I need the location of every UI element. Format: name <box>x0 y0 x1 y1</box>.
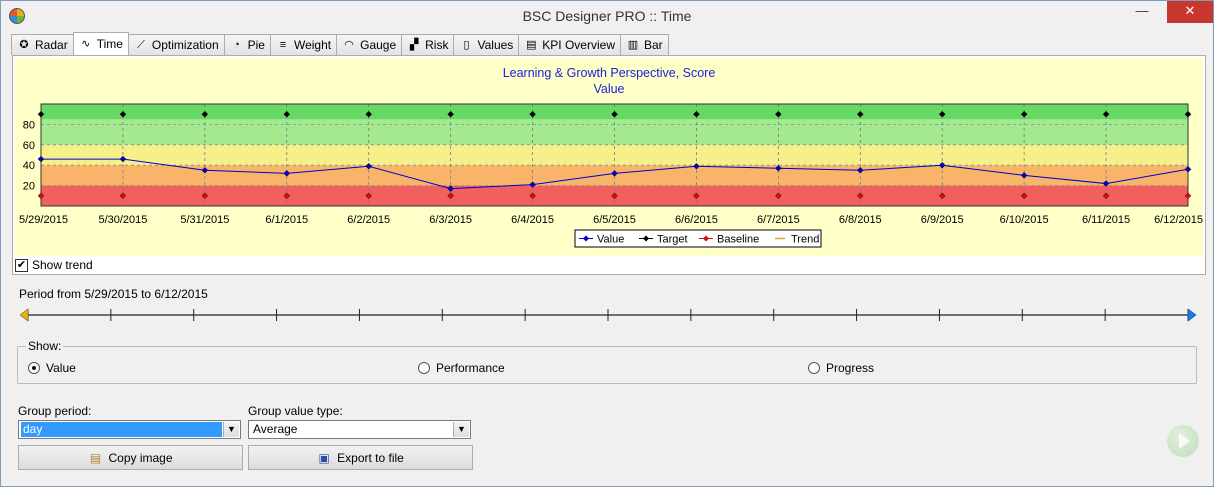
x-tick-label: 5/29/2015 <box>19 214 68 226</box>
x-tick-label: 6/8/2015 <box>839 214 882 226</box>
radio-value-button[interactable] <box>28 362 40 374</box>
clipboard-icon: ▤ <box>89 450 102 465</box>
tab-kpi-overview[interactable]: ▤ KPI Overview <box>518 34 621 55</box>
x-tick-label: 6/12/2015 <box>1154 214 1203 226</box>
minimize-button[interactable]: — <box>1127 1 1157 23</box>
tab-radar[interactable]: ✪ Radar <box>11 34 74 55</box>
tab-risk[interactable]: ▞ Risk <box>401 34 455 55</box>
slider-start-handle[interactable] <box>20 308 29 322</box>
values-icon: ▯ <box>463 39 470 51</box>
time-chart-icon: ∿ <box>81 38 91 50</box>
tab-gauge[interactable]: ◠ Gauge <box>336 34 403 55</box>
group-value-type-label: Group value type: <box>248 404 343 418</box>
y-tick-label: 80 <box>23 119 35 131</box>
x-tick-label: 6/1/2015 <box>265 214 308 226</box>
x-tick-label: 6/11/2015 <box>1082 214 1130 226</box>
time-line-chart: 20 40 60 80 5/29/2015 5/30/2015 5/31/2015 6/1/2… <box>19 103 1203 248</box>
x-tick-label: 6/9/2015 <box>921 214 964 226</box>
tab-label: KPI Overview <box>542 38 615 52</box>
show-trend-toggle[interactable]: ✔ Show trend <box>15 258 93 272</box>
kpi-overview-icon: ▤ <box>526 39 537 51</box>
x-tick-label: 6/4/2015 <box>511 214 554 226</box>
pie-icon: ◔ <box>233 39 240 51</box>
chart-type-tabs: ✪ Radar ∿ Time ⟋ Optimization ◔ Pie ≡ Weight ◠ Gaug… <box>11 32 669 55</box>
y-tick-label: 60 <box>23 140 35 152</box>
show-groupbox: Show: Value Performance Progress <box>17 339 1197 384</box>
radio-performance-label: Performance <box>436 361 505 375</box>
x-tick-label: 6/5/2015 <box>593 214 636 226</box>
play-icon[interactable] <box>1167 425 1199 457</box>
x-tick-label: 5/31/2015 <box>180 214 229 226</box>
chart-panel: Learning & Growth Perspective, Score Val… <box>12 55 1206 275</box>
radar-icon: ✪ <box>19 39 29 51</box>
show-groupbox-title: Show: <box>26 339 64 353</box>
period-slider[interactable] <box>20 307 1196 323</box>
radio-progress[interactable]: Progress <box>808 361 874 375</box>
tab-label: Values <box>477 38 514 52</box>
close-button[interactable]: ✕ <box>1167 1 1213 23</box>
tab-pie[interactable]: ◔ Pie <box>223 34 271 55</box>
tab-label: Risk <box>425 38 449 52</box>
gauge-icon: ◠ <box>344 39 354 51</box>
chart-area: Learning & Growth Perspective, Score Val… <box>15 58 1203 256</box>
legend-item-value: Value <box>597 234 624 246</box>
risk-icon: ▞ <box>409 39 419 51</box>
legend-item-trend: Trend <box>791 234 819 246</box>
copy-image-button[interactable]: ▤ Copy image <box>18 445 243 470</box>
chevron-down-icon[interactable]: ▼ <box>453 422 469 437</box>
tab-values[interactable]: ▯ Values <box>453 34 520 55</box>
bar-icon: ▥ <box>627 39 639 51</box>
period-label: Period from 5/29/2015 to 6/12/2015 <box>19 287 208 301</box>
window-title: BSC Designer PRO :: Time <box>522 8 692 24</box>
tab-label: Time <box>96 37 123 51</box>
radio-performance-button[interactable] <box>418 362 430 374</box>
tab-weight[interactable]: ≡ Weight <box>269 34 338 55</box>
x-tick-label: 5/30/2015 <box>98 214 147 226</box>
copy-image-label: Copy image <box>108 450 173 465</box>
group-period-value: day <box>21 422 222 437</box>
x-tick-label: 6/7/2015 <box>757 214 800 226</box>
tab-bar[interactable]: ▥ Bar <box>619 34 669 55</box>
y-tick-label: 40 <box>23 160 35 172</box>
tab-time[interactable]: ∿ Time <box>72 32 129 55</box>
group-period-select[interactable]: day ▼ <box>18 420 241 439</box>
radio-value[interactable]: Value <box>28 361 76 375</box>
main-window: BSC Designer PRO :: Time — ✕ ✪ Radar ∿ Time… <box>0 0 1214 487</box>
group-period-label: Group period: <box>18 404 92 418</box>
group-value-type-value: Average <box>253 422 298 436</box>
group-value-type-select[interactable]: Average ▼ <box>248 420 471 439</box>
show-trend-label: Show trend <box>32 258 93 272</box>
x-tick-label: 6/6/2015 <box>675 214 718 226</box>
legend-item-baseline: Baseline <box>717 234 759 246</box>
tab-optimization[interactable]: ⟋ Optimization <box>127 34 225 55</box>
chevron-down-icon[interactable]: ▼ <box>223 422 239 437</box>
save-disk-icon: ▣ <box>318 450 330 465</box>
optimization-icon: ⟋ <box>137 39 145 51</box>
tab-label: Pie <box>247 38 265 52</box>
tab-label: Bar <box>643 38 663 52</box>
title-bar: BSC Designer PRO :: Time — ✕ <box>1 1 1213 31</box>
legend-item-target: Target <box>657 234 688 246</box>
x-tick-label: 6/10/2015 <box>1000 214 1049 226</box>
weight-icon: ≡ <box>279 39 287 51</box>
radio-value-label: Value <box>46 361 76 375</box>
tab-label: Optimization <box>151 38 219 52</box>
x-tick-label: 6/2/2015 <box>347 214 390 226</box>
tab-label: Weight <box>293 38 332 52</box>
show-trend-checkbox[interactable]: ✔ <box>15 258 28 272</box>
slider-end-handle[interactable] <box>1187 308 1196 322</box>
x-tick-label: 6/3/2015 <box>429 214 472 226</box>
tab-label: Gauge <box>360 38 397 52</box>
radio-progress-label: Progress <box>826 361 875 375</box>
radio-progress-button[interactable] <box>808 362 820 374</box>
export-to-file-label: Export to file <box>337 450 404 465</box>
radio-performance[interactable]: Performance <box>418 361 505 375</box>
tab-label: Radar <box>35 38 68 52</box>
y-tick-label: 20 <box>23 181 35 193</box>
export-to-file-button[interactable]: ▣ Export to file <box>248 445 473 470</box>
